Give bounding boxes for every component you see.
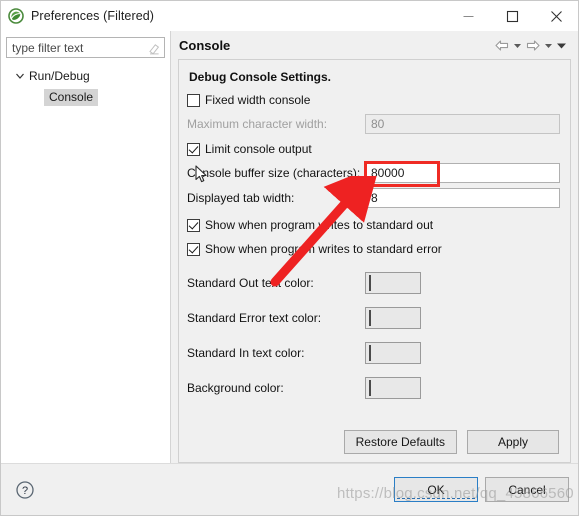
- limit-console-output-checkbox[interactable]: [187, 142, 200, 156]
- standard-in-color-row: Standard In text color:: [187, 342, 560, 364]
- page-title: Console: [179, 37, 231, 53]
- console-buffer-size-input[interactable]: [365, 163, 560, 183]
- show-standard-error-label: Show when program writes to standard err…: [205, 242, 442, 256]
- dialog-footer: ? OK Cancel: [1, 463, 578, 515]
- console-settings-group: Debug Console Settings. Fixed width cons…: [178, 59, 571, 424]
- arrow-left-icon[interactable]: [493, 37, 511, 53]
- title-bar: Preferences (Filtered): [1, 1, 578, 31]
- console-buffer-size-row: Console buffer size (characters):: [187, 163, 560, 183]
- minimize-button[interactable]: [446, 1, 490, 31]
- svg-text:?: ?: [22, 485, 28, 497]
- window-title: Preferences (Filtered): [31, 9, 155, 23]
- preferences-tree-pane: Run/Debug Console: [1, 31, 171, 463]
- filter-box[interactable]: [6, 37, 165, 58]
- arrow-right-icon[interactable]: [524, 37, 542, 53]
- background-color-swatch: [369, 380, 371, 396]
- displayed-tab-width-row: Displayed tab width:: [187, 188, 560, 208]
- section-title: Debug Console Settings.: [189, 70, 332, 84]
- window-controls: [446, 1, 578, 31]
- fixed-width-console-checkbox[interactable]: [187, 93, 200, 107]
- standard-out-color-swatch: [369, 275, 371, 291]
- show-standard-out-label: Show when program writes to standard out: [205, 218, 434, 232]
- standard-out-color-row: Standard Out text color:: [187, 272, 560, 294]
- displayed-tab-width-input[interactable]: [365, 188, 560, 208]
- background-color-button[interactable]: [365, 377, 421, 399]
- standard-error-color-row: Standard Error text color:: [187, 307, 560, 329]
- maximize-button[interactable]: [490, 1, 534, 31]
- maximum-character-width-label: Maximum character width:: [187, 117, 328, 131]
- limit-console-output-row[interactable]: Limit console output: [187, 139, 560, 159]
- standard-in-color-button[interactable]: [365, 342, 421, 364]
- eclipse-logo-icon: [8, 8, 24, 24]
- ok-button[interactable]: OK: [394, 477, 478, 502]
- standard-in-color-swatch: [369, 345, 371, 361]
- fixed-width-console-label: Fixed width console: [205, 93, 311, 107]
- displayed-tab-width-label: Displayed tab width:: [187, 191, 295, 205]
- page-button-bar: Restore Defaults Apply: [178, 424, 571, 463]
- fixed-width-console-row[interactable]: Fixed width console: [187, 90, 560, 110]
- help-circle-icon[interactable]: ?: [15, 480, 35, 500]
- chevron-down-icon[interactable]: [14, 70, 26, 82]
- console-buffer-size-label: Console buffer size (characters):: [187, 166, 361, 180]
- show-standard-out-checkbox[interactable]: [187, 218, 200, 232]
- close-button[interactable]: [534, 1, 578, 31]
- eraser-icon[interactable]: [147, 41, 161, 55]
- background-color-label: Background color:: [187, 381, 284, 395]
- maximum-character-width-row: Maximum character width:: [187, 114, 560, 134]
- show-standard-out-row[interactable]: Show when program writes to standard out: [187, 215, 560, 235]
- standard-error-color-swatch: [369, 310, 371, 326]
- footer-buttons: OK Cancel: [394, 477, 569, 502]
- page-header: Console: [178, 31, 571, 59]
- standard-out-color-button[interactable]: [365, 272, 421, 294]
- back-history-chevron-down-icon[interactable]: [511, 37, 524, 53]
- standard-error-color-button[interactable]: [365, 307, 421, 329]
- view-menu-chevron-down-icon[interactable]: [555, 37, 568, 53]
- page-nav-toolbar: [493, 37, 571, 53]
- standard-error-color-label: Standard Error text color:: [187, 311, 322, 325]
- background-color-row: Background color:: [187, 377, 560, 399]
- standard-out-color-label: Standard Out text color:: [187, 276, 314, 290]
- dialog-body: Run/Debug Console Console: [1, 31, 578, 463]
- preferences-dialog: Preferences (Filtered) type filter text …: [0, 0, 579, 516]
- tree-item-console[interactable]: Console: [6, 88, 165, 106]
- limit-console-output-label: Limit console output: [205, 142, 312, 156]
- cancel-button[interactable]: Cancel: [485, 477, 569, 502]
- show-standard-error-row[interactable]: Show when program writes to standard err…: [187, 239, 560, 259]
- restore-defaults-button[interactable]: Restore Defaults: [343, 430, 457, 454]
- tree-item-run-debug[interactable]: Run/Debug: [6, 67, 165, 85]
- standard-in-color-label: Standard In text color:: [187, 346, 305, 360]
- show-standard-error-checkbox[interactable]: [187, 242, 200, 256]
- maximum-character-width-input: [365, 114, 560, 134]
- apply-button[interactable]: Apply: [467, 430, 559, 454]
- tree-item-label: Run/Debug: [29, 69, 90, 83]
- preference-page-pane: Console Debug Console Settings. Fixed wi…: [171, 31, 578, 463]
- tree-item-label: Console: [44, 88, 99, 106]
- filter-input[interactable]: [12, 39, 147, 56]
- preferences-tree: Run/Debug Console: [6, 67, 165, 106]
- forward-history-chevron-down-icon[interactable]: [542, 37, 555, 53]
